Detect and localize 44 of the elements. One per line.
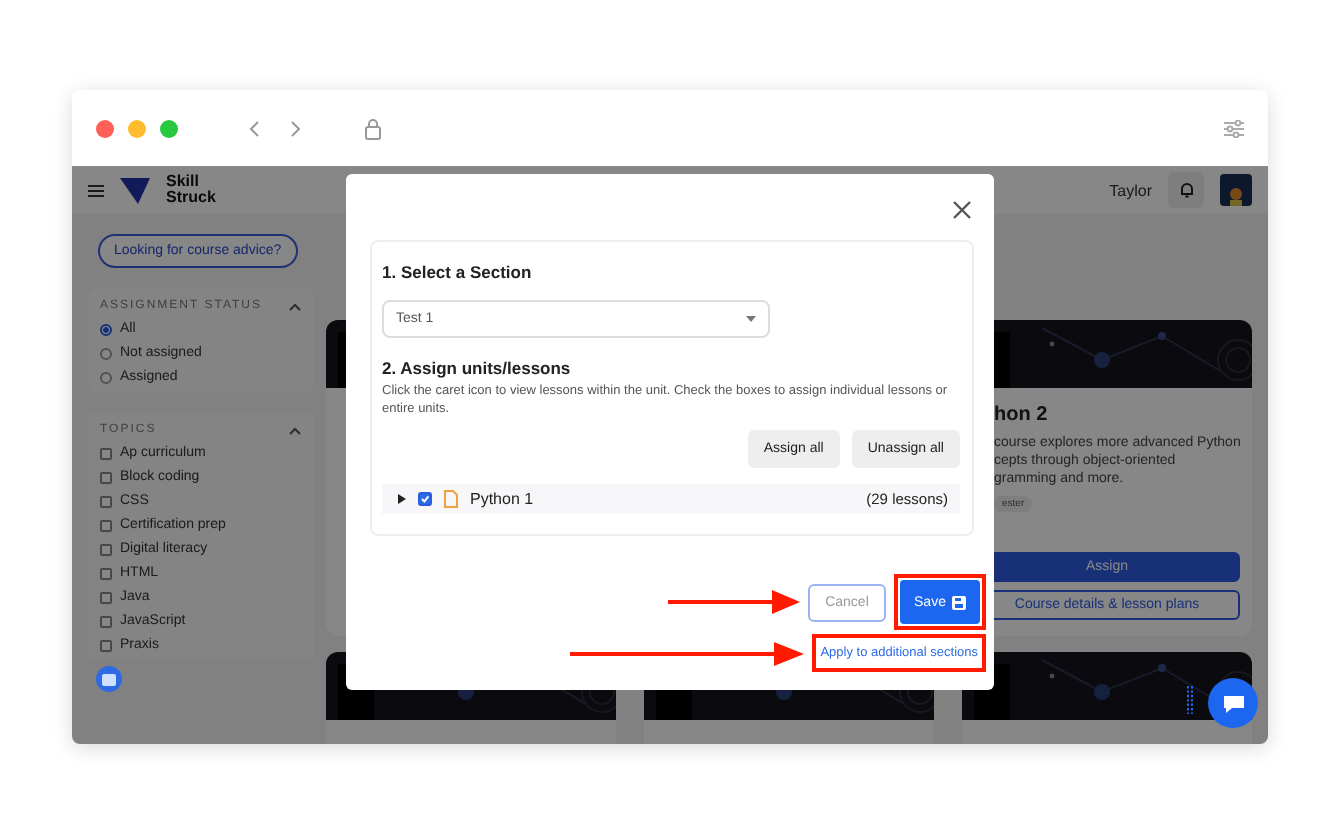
chat-icon bbox=[1221, 693, 1245, 713]
unit-checkbox[interactable] bbox=[418, 492, 432, 506]
avatar bbox=[1220, 174, 1252, 206]
bell-icon bbox=[1179, 182, 1193, 198]
collapse-icon[interactable] bbox=[288, 425, 302, 435]
checkbox[interactable] bbox=[100, 639, 112, 651]
document-icon bbox=[444, 490, 458, 508]
checkbox[interactable] bbox=[100, 543, 112, 555]
maximize-window-button[interactable] bbox=[160, 119, 178, 137]
logo-text: Struck bbox=[166, 190, 216, 206]
collapse-icon[interactable] bbox=[288, 301, 302, 311]
caret-right-icon[interactable] bbox=[398, 494, 406, 504]
minimize-window-button[interactable] bbox=[128, 119, 146, 137]
checkbox[interactable] bbox=[100, 471, 112, 483]
checkbox[interactable] bbox=[100, 447, 112, 459]
caret-down-icon bbox=[746, 316, 756, 322]
save-icon bbox=[951, 595, 966, 609]
accessibility-button[interactable] bbox=[96, 666, 122, 692]
radio-button[interactable] bbox=[100, 347, 112, 359]
back-icon[interactable] bbox=[248, 119, 260, 137]
settings-sliders-icon[interactable] bbox=[1224, 119, 1244, 137]
notifications-button[interactable] bbox=[1168, 172, 1204, 208]
close-button[interactable] bbox=[950, 198, 974, 222]
radio-button[interactable] bbox=[100, 323, 112, 335]
forward-icon[interactable] bbox=[290, 119, 302, 137]
close-window-button[interactable] bbox=[96, 119, 114, 137]
checkbox[interactable] bbox=[100, 567, 112, 579]
unit-name: Python 1 bbox=[470, 490, 534, 508]
section-heading: 1. Select a Section bbox=[382, 262, 534, 282]
image-icon bbox=[102, 673, 116, 685]
drag-handle-icon[interactable] bbox=[1186, 686, 1194, 714]
checkbox[interactable] bbox=[100, 519, 112, 531]
course-title: hon 2 bbox=[994, 404, 1050, 426]
logo-icon bbox=[120, 176, 150, 204]
arrow bbox=[668, 590, 800, 614]
logo-text: Skill bbox=[166, 174, 201, 190]
lock-icon bbox=[364, 117, 382, 139]
radio-button[interactable] bbox=[100, 371, 112, 383]
units-heading: 2. Assign units/lessons bbox=[382, 358, 573, 378]
checkbox[interactable] bbox=[100, 591, 112, 603]
menu-icon[interactable] bbox=[88, 183, 104, 197]
user-name: Taylor bbox=[1109, 181, 1152, 199]
checkbox[interactable] bbox=[100, 495, 112, 507]
checkbox[interactable] bbox=[100, 615, 112, 627]
